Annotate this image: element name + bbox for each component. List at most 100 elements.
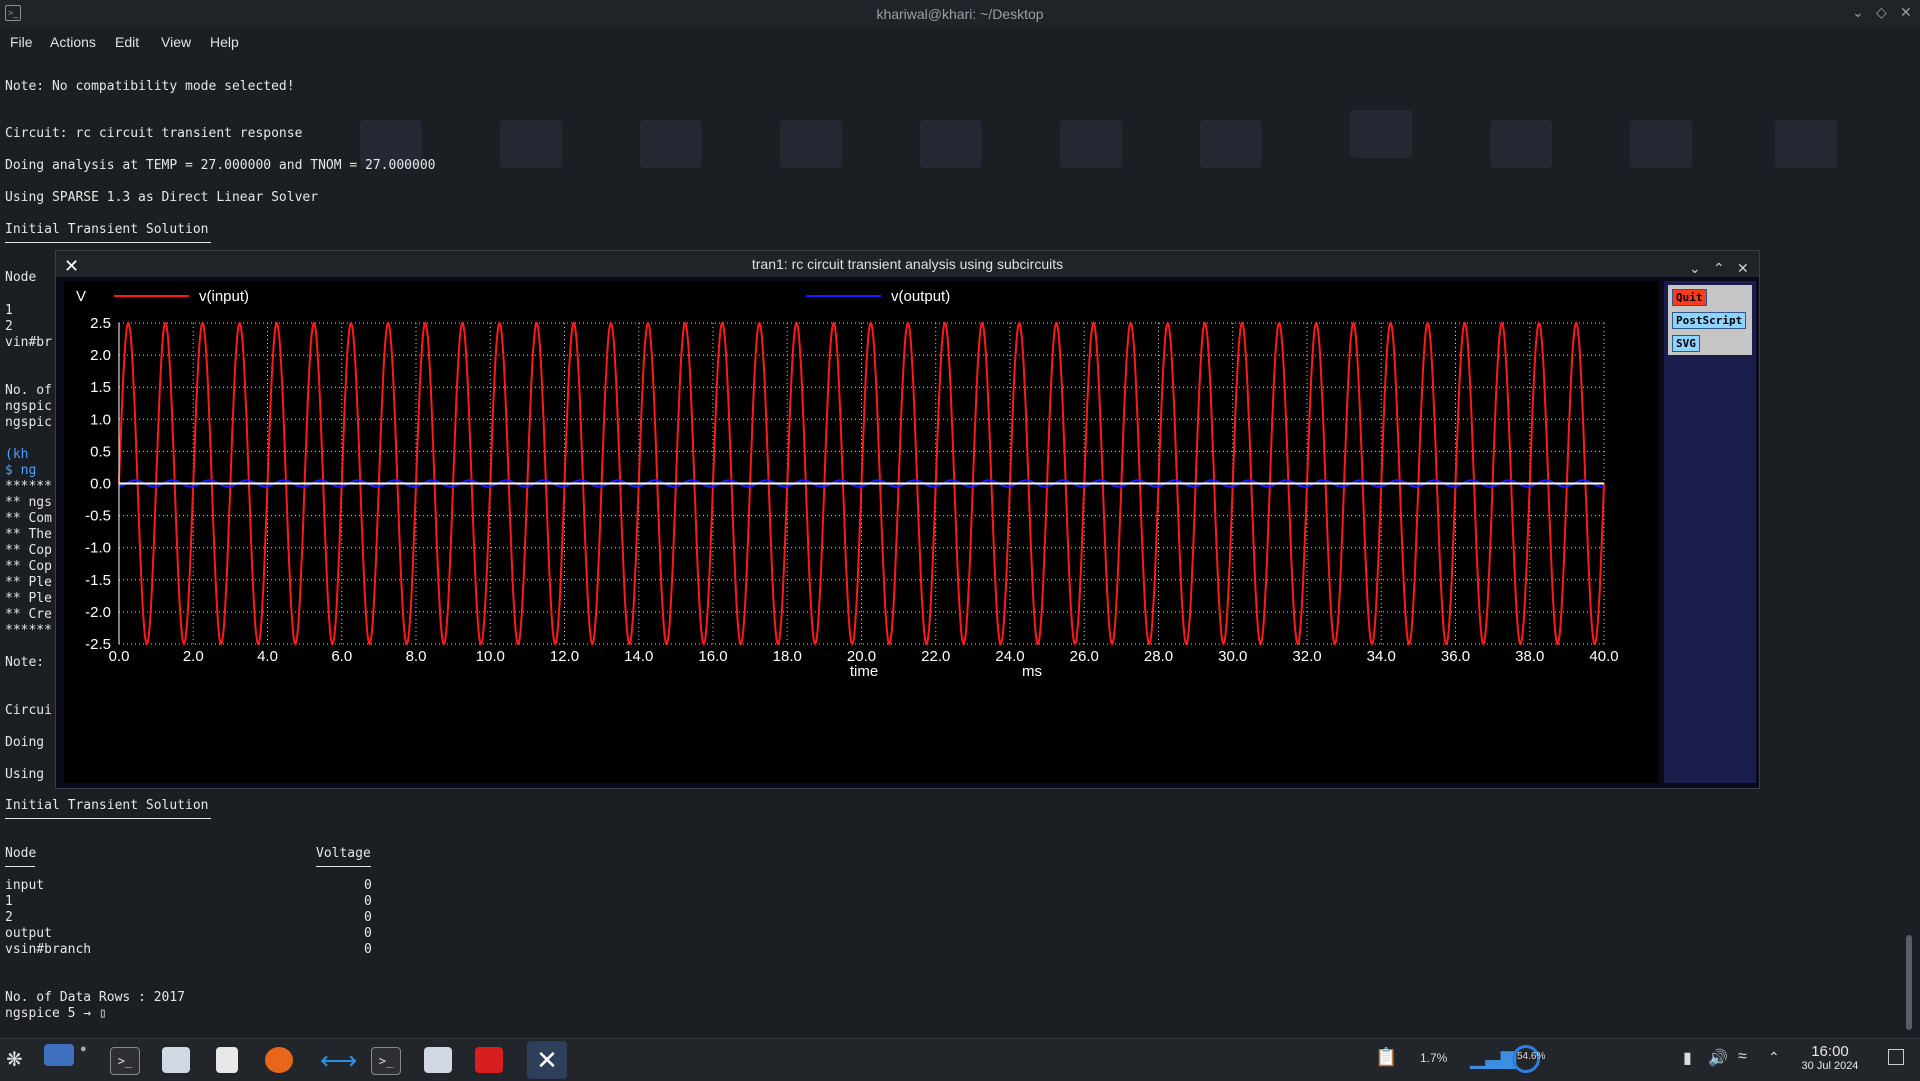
legend-label: v(output)	[891, 288, 950, 305]
clock[interactable]: 16:00 30 Jul 2024	[1795, 1043, 1865, 1072]
waveform-chart: 0.0 2.0 4.0 6.0 8.0 10.0 12.0 14.0 16.0 18.0 20.0 2…	[76, 288, 1619, 680]
x-tick-label: 4.0	[257, 648, 278, 665]
menu-bar: File Actions Edit View Help	[0, 30, 1920, 56]
terminal-fragment: $ ng	[5, 463, 37, 478]
table-row-node: 2	[5, 910, 13, 925]
file-manager-task-icon[interactable]	[424, 1047, 452, 1073]
postscript-button[interactable]: PostScript	[1672, 312, 1747, 329]
plot-window: ✕ tran1: rc circuit transient analysis u…	[55, 250, 1760, 789]
terminal-fragment: vin#br	[5, 335, 52, 350]
minimize-icon[interactable]: ⌄	[1852, 4, 1864, 21]
terminal-fragment: Doing	[5, 735, 45, 750]
plot-window-title: tran1: rc circuit transient analysis usi…	[751, 256, 1064, 272]
y-tick-label: -0.5	[85, 508, 111, 525]
y-tick-label: 0.5	[90, 443, 111, 460]
plot-close-icon[interactable]: ✕	[64, 253, 79, 279]
terminal-scrollbar[interactable]	[1906, 935, 1912, 1030]
svg-button[interactable]: SVG	[1672, 335, 1700, 352]
prompt-text: ngspice 5 →	[5, 1006, 99, 1021]
menu-file[interactable]: File	[10, 34, 33, 50]
x-tick-label: 28.0	[1144, 648, 1173, 665]
terminal-fragment: ngspic	[5, 399, 52, 414]
terminal-fragment: Node	[5, 270, 37, 285]
tray-expand-icon[interactable]: ⌃	[1768, 1049, 1780, 1066]
table-row-voltage: 0	[364, 878, 372, 893]
terminal-fragment: ngspic	[5, 415, 52, 430]
terminal-line: Using SPARSE 1.3 as Direct Linear Solver	[5, 190, 319, 205]
terminal-line: Note: No compatibility mode selected!	[5, 79, 295, 94]
y-tick-label: -2.5	[85, 636, 111, 653]
clipboard-icon[interactable]: 📋	[1375, 1047, 1397, 1068]
close-icon[interactable]: ✕	[1900, 4, 1912, 21]
clock-time: 16:00	[1811, 1043, 1849, 1060]
x-tick-label: 8.0	[406, 648, 427, 665]
clock-date: 30 Jul 2024	[1801, 1060, 1859, 1072]
voltage-column-header: Voltage	[316, 846, 371, 867]
x-tick-label: 22.0	[921, 648, 950, 665]
table-row-voltage: 0	[364, 910, 372, 925]
menu-actions[interactable]: Actions	[50, 34, 96, 50]
maximize-icon[interactable]: ◇	[1876, 4, 1887, 21]
y-tick-label: 0.0	[90, 476, 111, 493]
window-title: khariwal@khari: ~/Desktop	[876, 6, 1044, 22]
battery-icon[interactable]: ▮	[1683, 1048, 1692, 1068]
plot-close-button-icon[interactable]: ✕	[1737, 255, 1749, 281]
plot-minimize-icon[interactable]: ⌄	[1689, 255, 1701, 281]
node-column-header: Node	[5, 846, 36, 867]
y-tick-label: -1.5	[85, 572, 111, 589]
ngspice-plot-task-icon[interactable]: ✕	[527, 1041, 567, 1079]
plot-canvas[interactable]: 0.0 2.0 4.0 6.0 8.0 10.0 12.0 14.0 16.0 18.0 20.0 2…	[64, 281, 1659, 783]
table-row-node: vsin#branch	[5, 942, 92, 957]
y-tick-label: -2.0	[85, 604, 111, 621]
window-titlebar: >_ khariwal@khari: ~/Desktop ⌄ ◇ ✕	[0, 0, 1920, 28]
plot-maximize-icon[interactable]: ⌃	[1713, 255, 1725, 281]
legend-label: v(input)	[199, 288, 249, 305]
menu-edit[interactable]: Edit	[115, 34, 139, 50]
x-axis-label: time	[850, 663, 878, 680]
menu-view[interactable]: View	[161, 34, 191, 50]
terminal-line: Doing analysis at TEMP = 27.000000 and T…	[5, 158, 436, 173]
x-tick-label: 32.0	[1292, 648, 1321, 665]
data-rows-count: No. of Data Rows : 2017	[5, 990, 186, 1005]
terminal-fragment: Note:	[5, 655, 45, 670]
text-editor-icon[interactable]	[216, 1047, 238, 1073]
plot-button-box: Quit PostScript SVG	[1668, 285, 1752, 355]
x-tick-label: 30.0	[1218, 648, 1247, 665]
terminal-fragment: Circui	[5, 703, 52, 718]
x-tick-label: 10.0	[476, 648, 505, 665]
taskbar: ❋ ● >_ ⟷ >_ ✕ 📋 1.7% ▁▃▆ 54.6% ▮ 🔊 ≈ ⌃ 1…	[0, 1038, 1920, 1081]
x-tick-label: 0.0	[109, 648, 130, 665]
x-tick-label: 12.0	[550, 648, 579, 665]
wifi-icon[interactable]: ≈	[1738, 1048, 1747, 1066]
cpu-usage: 1.7%	[1420, 1051, 1448, 1065]
kali-menu-icon[interactable]: ❋	[6, 1047, 34, 1073]
menu-help[interactable]: Help	[210, 34, 239, 50]
terminal-fragment: 1	[5, 303, 13, 318]
pdf-reader-icon[interactable]	[475, 1047, 503, 1073]
cursor-block: ▯	[98, 1006, 107, 1021]
file-manager-icon[interactable]	[162, 1047, 190, 1073]
vscode-icon[interactable]: ⟷	[320, 1047, 357, 1073]
terminal-task-icon[interactable]: >_	[371, 1047, 401, 1075]
lock-icon[interactable]: ●	[80, 1043, 108, 1069]
terminal-line: Circuit: rc circuit transient response	[5, 126, 303, 141]
x-tick-label: 26.0	[1070, 648, 1099, 665]
x-axis-unit: ms	[1022, 663, 1042, 680]
terminal-fragment: ** ngs	[5, 495, 52, 510]
x-tick-label: 6.0	[331, 648, 352, 665]
plot-window-titlebar: ✕ tran1: rc circuit transient analysis u…	[56, 251, 1759, 277]
terminal-fragment: ** The	[5, 527, 52, 542]
x-tick-label: 18.0	[773, 648, 802, 665]
quit-button[interactable]: Quit	[1672, 289, 1707, 306]
x-tick-label: 36.0	[1441, 648, 1470, 665]
table-row-voltage: 0	[364, 926, 372, 941]
desktop-pager-icon[interactable]	[44, 1044, 74, 1066]
show-desktop-icon[interactable]	[1888, 1049, 1904, 1065]
y-tick-label: 1.0	[90, 411, 111, 428]
terminal-fragment: ******	[5, 623, 52, 638]
terminal-prompt[interactable]: ngspice 5 → ▯	[5, 1006, 107, 1022]
firefox-icon[interactable]	[265, 1047, 293, 1073]
volume-icon[interactable]: 🔊	[1708, 1048, 1728, 1068]
terminal-launcher-icon[interactable]: >_	[110, 1047, 140, 1075]
y-tick-label: 1.5	[90, 379, 111, 396]
